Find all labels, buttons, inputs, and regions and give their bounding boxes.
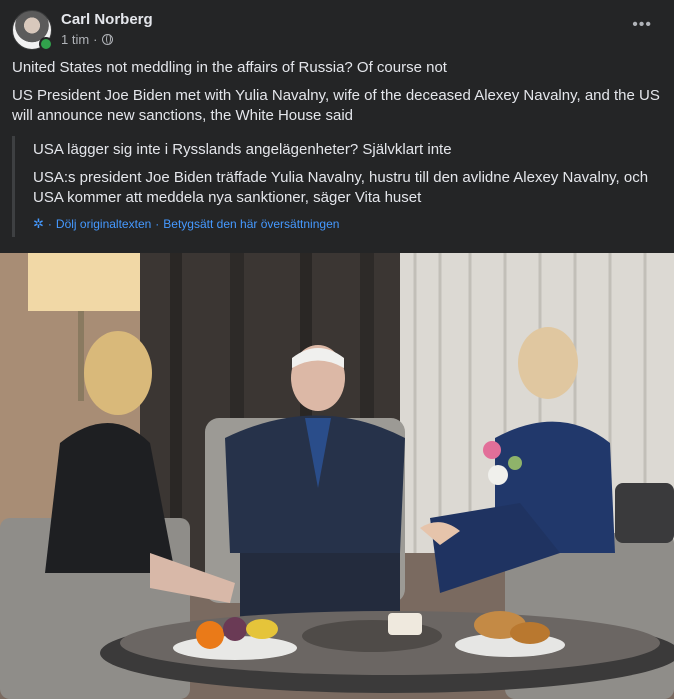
author-name[interactable]: Carl Norberg [61,11,153,28]
translation-links: ✲ · Dölj originaltexten · Betygsätt den … [33,216,662,232]
post-photo[interactable] [0,253,674,699]
gear-icon: ✲ [33,216,44,231]
original-text-line-2: USA:s president Joe Biden träffade Yulia… [33,169,649,206]
globe-icon[interactable] [101,34,113,45]
original-text-line-1: USA lägger sig inte i Rysslands angeläge… [33,141,452,158]
post-meta: 1 tim · [61,32,113,47]
hide-original-link[interactable]: Dölj originaltexten [56,217,151,231]
ellipsis-icon[interactable]: ••• [632,16,652,34]
post-text: United States not meddling in the affair… [12,58,664,134]
post-text-line-2: US President Joe Biden met with Yulia Na… [12,87,660,124]
post-time[interactable]: 1 tim [61,32,89,47]
link-separator-1: · [47,217,52,231]
avatar[interactable] [12,10,53,51]
post-text-line-1: United States not meddling in the affair… [12,59,447,76]
post-header: Carl Norberg 1 tim · ••• [12,8,662,51]
meta-separator: · [93,32,98,47]
photo-illustration [0,253,674,699]
original-text-block: USA lägger sig inte i Rysslands angeläge… [12,136,662,237]
link-separator-2: · [155,217,160,231]
rate-translation-link[interactable]: Betygsätt den här översättningen [163,217,339,231]
online-status-indicator [39,37,53,51]
